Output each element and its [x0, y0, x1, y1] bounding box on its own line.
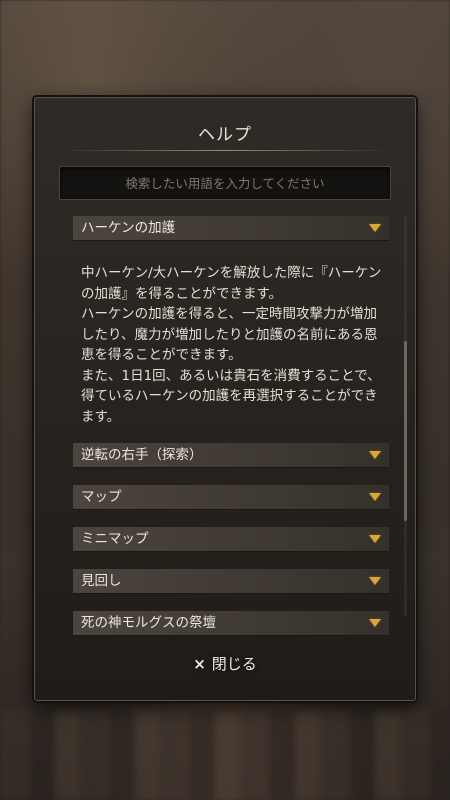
topic-title: 逆転の右手（探索）: [81, 447, 203, 463]
scrollbar-thumb[interactable]: [404, 341, 407, 521]
title-divider: [59, 150, 391, 151]
close-icon: ×: [193, 655, 206, 673]
chevron-down-icon: [369, 577, 381, 585]
chevron-down-icon: [369, 493, 381, 501]
topic-header-haken-blessing[interactable]: ハーケンの加護: [73, 216, 389, 241]
search-input[interactable]: [60, 167, 390, 199]
topic-title: 見回し: [81, 573, 122, 589]
list-scrollbar[interactable]: [404, 216, 407, 616]
chevron-down-icon: [369, 451, 381, 459]
topic-title: マップ: [81, 489, 122, 505]
topic-header-reversal-right-hand[interactable]: 逆転の右手（探索）: [73, 443, 389, 468]
close-button[interactable]: × 閉じる: [160, 650, 290, 678]
chevron-down-icon: [369, 619, 381, 627]
topic-title: ミニマップ: [81, 531, 149, 547]
chevron-down-icon: [369, 535, 381, 543]
close-label: 閉じる: [211, 655, 257, 673]
topic-header-minimap[interactable]: ミニマップ: [73, 527, 389, 552]
topic-header-look-around[interactable]: 見回し: [73, 569, 389, 594]
topic-header-morgus-altar[interactable]: 死の神モルグスの祭壇: [73, 611, 389, 636]
topic-title: 死の神モルグスの祭壇: [81, 615, 216, 631]
background-figures: [0, 710, 450, 800]
help-topic-list: ハーケンの加護 中ハーケン/大ハーケンを解放した際に『ハーケンの加護』を得ること…: [73, 216, 389, 636]
topic-title: ハーケンの加護: [81, 220, 176, 236]
search-box: [59, 166, 391, 200]
dialog-title: ヘルプ: [198, 125, 252, 145]
topic-paragraph: 中ハーケン/大ハーケンを解放した際に『ハーケンの加護』を得ることができます。: [81, 265, 382, 302]
chevron-down-icon: [369, 224, 381, 232]
topic-paragraph: また、1日1回、あるいは貴石を消費することで、得ているハーケンの加護を再選択する…: [81, 367, 381, 425]
topic-paragraph: ハーケンの加護を得ると、一定時間攻撃力が増加したり、魔力が増加したりと加護の名前…: [81, 306, 378, 363]
help-dialog: ヘルプ ハーケンの加護 中ハーケン/大ハーケンを解放した際に『ハーケンの加護』を…: [34, 97, 416, 701]
topic-body: 中ハーケン/大ハーケンを解放した際に『ハーケンの加護』を得ることができます。 ハ…: [77, 241, 389, 443]
topic-header-map[interactable]: マップ: [73, 485, 389, 510]
